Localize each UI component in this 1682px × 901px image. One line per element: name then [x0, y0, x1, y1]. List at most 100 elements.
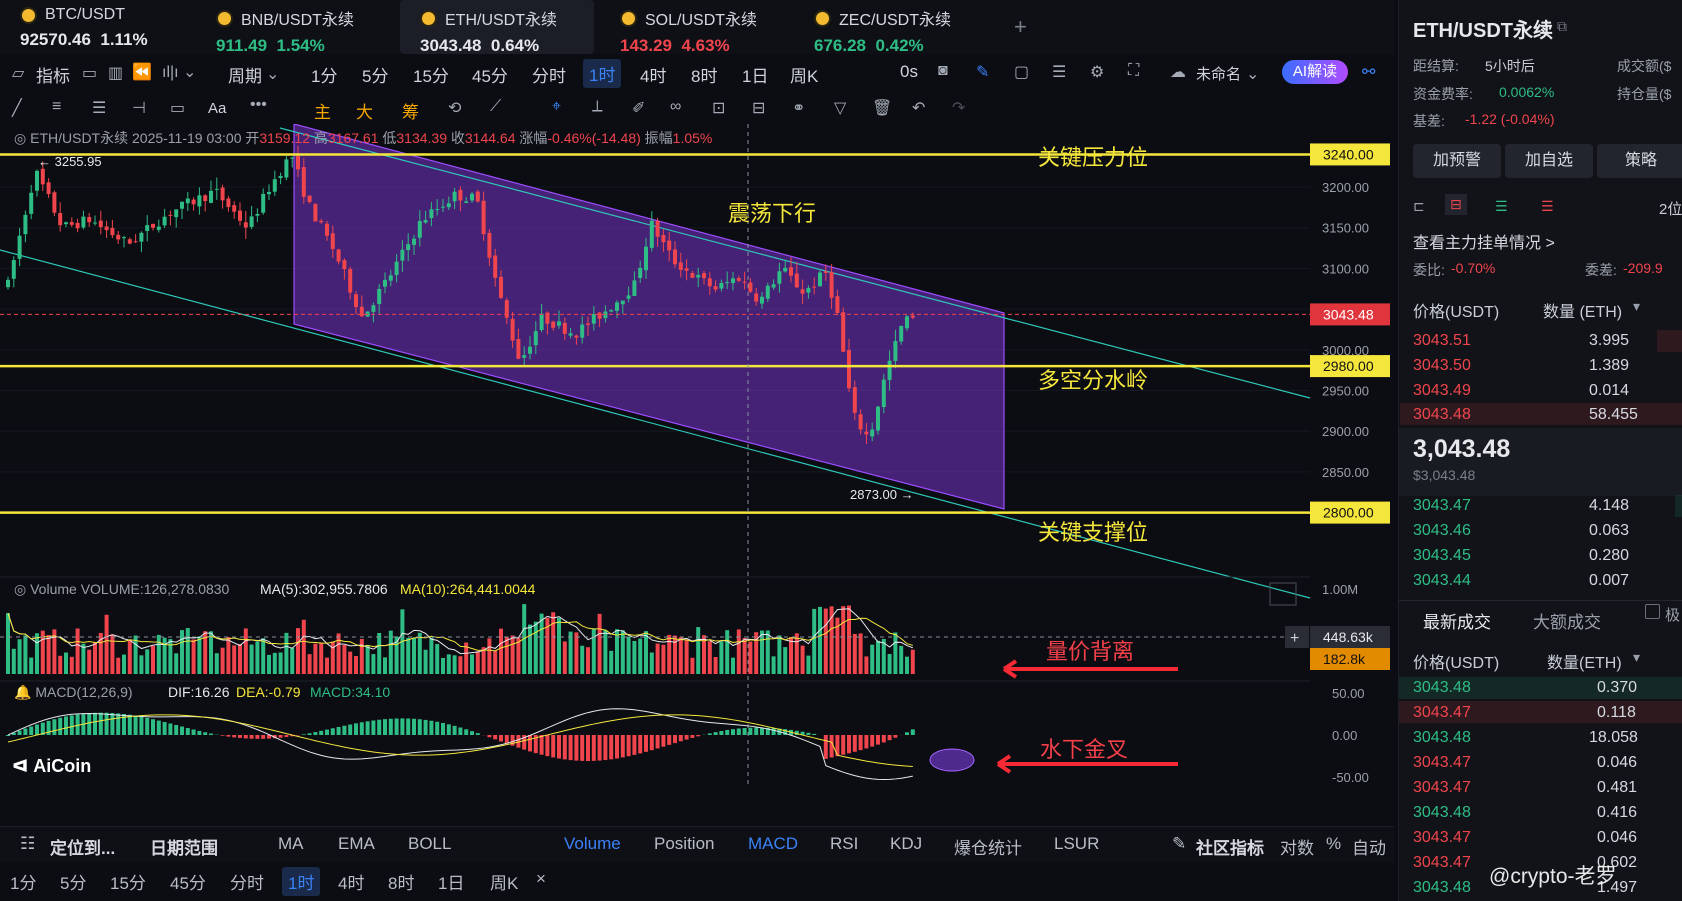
chart-canvas[interactable]: 关键压力位震荡下行多空分水岭关键支撑位 ← 3255.95 2873.00 → 320…	[0, 124, 1394, 784]
btf-15m[interactable]: 15分	[110, 869, 146, 894]
tf-1w[interactable]: 周K	[790, 62, 818, 87]
share-icon[interactable]: ⚯	[1362, 62, 1375, 82]
indicator-button[interactable]: 指标	[36, 62, 70, 87]
tab-bnb[interactable]: BNB/USDT永续 911.49 1.54%	[196, 0, 384, 55]
magnet-icon[interactable]: ∞	[670, 98, 681, 116]
tab-big-trades[interactable]: 大额成交	[1533, 608, 1601, 633]
tab-btc[interactable]: BTC/USDT 92570.46 1.11%	[0, 0, 188, 54]
copy-icon[interactable]: ⧉	[1557, 18, 1567, 35]
chart-type-icon[interactable]: ıl|ı ⌄	[162, 62, 196, 82]
btf-1m[interactable]: 1分	[10, 869, 36, 894]
tf-1d[interactable]: 1日	[742, 62, 768, 87]
bid-price[interactable]: 3043.47	[1413, 497, 1471, 515]
ind-lsur[interactable]: LSUR	[1054, 834, 1099, 854]
btf-8h[interactable]: 8时	[388, 869, 414, 894]
cloud-icon[interactable]: ☁	[1170, 62, 1186, 82]
bid-price[interactable]: 3043.44	[1413, 572, 1471, 590]
add-alert-button[interactable]: 加预警	[1413, 144, 1501, 178]
btf-5m[interactable]: 5分	[60, 869, 86, 894]
big-order-button[interactable]: 大	[356, 98, 373, 123]
measure-icon[interactable]: ⟂	[592, 98, 603, 116]
btf-1d[interactable]: 1日	[438, 869, 464, 894]
tf-1h[interactable]: 1时	[583, 59, 622, 88]
btf-tick[interactable]: 分时	[230, 869, 264, 894]
split-icon[interactable]: ▥	[108, 63, 123, 83]
book-header-qty[interactable]: 数量 (ETH)	[1543, 298, 1622, 322]
btf-4h[interactable]: 4时	[338, 869, 364, 894]
percent-toggle[interactable]: %	[1326, 834, 1341, 854]
tf-45m[interactable]: 45分	[472, 62, 508, 87]
tab-eth[interactable]: ETH/USDT永续 3043.48 0.64%	[400, 0, 594, 55]
ind-ema[interactable]: EMA	[338, 834, 375, 854]
log-scale-toggle[interactable]: 对数	[1280, 834, 1314, 859]
strategy-button[interactable]: 策略	[1597, 144, 1682, 178]
rewind-icon[interactable]: ⏪	[132, 62, 152, 82]
template-icon[interactable]: ▭	[82, 63, 97, 83]
hline-icon[interactable]: ☰	[92, 98, 106, 118]
ind-kdj[interactable]: KDJ	[890, 834, 922, 854]
lock-icon[interactable]: ⊡	[712, 98, 725, 118]
trash-icon[interactable]: 🗑	[872, 98, 892, 118]
ind-liquidation[interactable]: 爆仓统计	[954, 834, 1022, 859]
depth-icon[interactable]: ⊏	[1413, 198, 1425, 215]
fullscreen-icon[interactable]: ⛶	[1128, 62, 1139, 80]
rect-icon[interactable]: ▭	[170, 98, 185, 118]
date-range-button[interactable]: 日期范围	[150, 834, 218, 859]
auto-scale-toggle[interactable]: 自动	[1352, 834, 1386, 859]
brush-icon[interactable]: ✐	[632, 98, 645, 118]
ai-analysis-button[interactable]: AI解读	[1282, 60, 1348, 84]
book-asks-icon[interactable]: ☰	[1541, 198, 1554, 215]
redo-icon[interactable]: ↷	[952, 98, 965, 118]
gear-icon[interactable]: ⚙	[1090, 62, 1104, 82]
ind-rsi[interactable]: RSI	[830, 834, 858, 854]
tf-1m[interactable]: 1分	[311, 62, 337, 87]
trades-header-qty[interactable]: 数量(ETH)	[1547, 649, 1622, 673]
chips-button[interactable]: 筹	[402, 98, 419, 123]
undo-icon[interactable]: ↶	[912, 98, 925, 118]
camera-icon[interactable]: ◙	[938, 62, 948, 80]
pencil-icon[interactable]: ✎	[976, 62, 989, 82]
locate-button[interactable]: 定位到...	[50, 834, 115, 859]
tab-sol[interactable]: SOL/USDT永续 143.29 4.63%	[600, 0, 788, 55]
eye-icon[interactable]: ◎	[14, 130, 26, 146]
comment-icon[interactable]: ▢	[1014, 62, 1029, 82]
ask-price[interactable]: 3043.49	[1413, 382, 1471, 400]
ind-boll[interactable]: BOLL	[408, 834, 451, 854]
btf-1h[interactable]: 1时	[282, 867, 321, 896]
community-indicator-button[interactable]: 社区指标	[1196, 834, 1264, 859]
checkbox-extreme[interactable]	[1645, 604, 1660, 619]
bid-price[interactable]: 3043.46	[1413, 522, 1471, 540]
ray-icon[interactable]: ⊣	[132, 98, 146, 118]
book-bids-icon[interactable]: ☰	[1495, 198, 1508, 215]
ask-price[interactable]: 3043.51	[1413, 332, 1471, 350]
link-icon[interactable]: ⚭	[792, 98, 805, 118]
tf-5m[interactable]: 5分	[362, 62, 388, 87]
depth-level[interactable]: 2位	[1659, 198, 1682, 219]
tf-tick[interactable]: 分时	[532, 62, 566, 87]
snap-icon[interactable]: ⟲	[448, 98, 461, 118]
period-dropdown[interactable]: 周期	[228, 62, 262, 87]
edit-icon[interactable]: ⊟	[752, 98, 765, 118]
tf-8h[interactable]: 8时	[691, 62, 717, 87]
ind-macd[interactable]: MACD	[748, 834, 798, 854]
btf-1w[interactable]: 周K	[490, 869, 518, 894]
text-tool[interactable]: Aa	[208, 100, 226, 117]
close-icon[interactable]: ×	[536, 869, 546, 889]
add-watchlist-button[interactable]: 加自选	[1505, 144, 1593, 178]
ask-price[interactable]: 3043.48	[1413, 406, 1471, 424]
add-tab-icon[interactable]: +	[1014, 14, 1027, 40]
cursor-icon[interactable]: ⌖	[552, 98, 561, 116]
tf-4h[interactable]: 4时	[640, 62, 666, 87]
ind-volume[interactable]: Volume	[564, 834, 621, 854]
ask-price[interactable]: 3043.50	[1413, 357, 1471, 375]
trendline-icon[interactable]: ╱	[12, 98, 22, 118]
parallel-icon[interactable]: ≡	[52, 98, 61, 116]
book-both-icon[interactable]: ⊟	[1445, 194, 1467, 215]
btf-45m[interactable]: 45分	[170, 869, 206, 894]
bid-price[interactable]: 3043.45	[1413, 547, 1471, 565]
ind-position[interactable]: Position	[654, 834, 714, 854]
filter-icon[interactable]: ▽	[834, 98, 846, 118]
main-orders-link[interactable]: 查看主力挂单情况 >	[1413, 229, 1555, 253]
list-icon[interactable]: ☰	[1052, 62, 1066, 82]
more-icon[interactable]: •••	[250, 96, 267, 114]
